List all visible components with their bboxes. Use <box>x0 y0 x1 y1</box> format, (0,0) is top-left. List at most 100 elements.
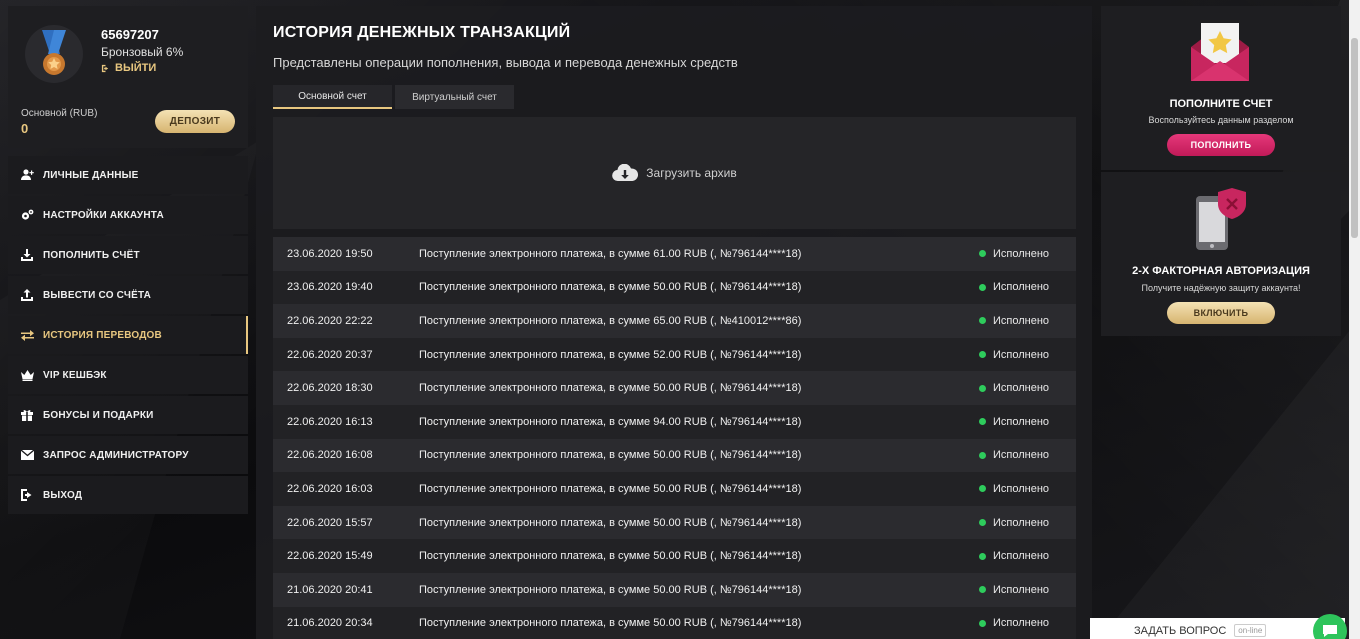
tx-description: Поступление электронного платежа, в сумм… <box>419 516 802 529</box>
tx-description: Поступление электронного платежа, в сумм… <box>419 583 802 596</box>
enable-2fa-button[interactable]: ВКЛЮЧИТЬ <box>1167 302 1275 324</box>
tx-description: Поступление электронного платежа, в сумм… <box>419 247 802 260</box>
table-row: 23.06.2020 19:50 Поступление электронного… <box>273 237 1076 271</box>
balance-value: 0 <box>21 121 29 136</box>
status-text: Исполнено <box>993 382 1050 395</box>
download-archive-label: Загрузить архив <box>646 166 737 180</box>
status-badge: Исполнено <box>979 584 1076 596</box>
status-badge: Исполнено <box>979 315 1076 327</box>
exchange-icon <box>20 328 34 342</box>
tx-description: Поступление электронного платежа, в сумм… <box>419 314 802 327</box>
sign-out-icon <box>20 488 34 502</box>
table-row: 22.06.2020 18:30 Поступление электронного… <box>273 371 1076 405</box>
table-row: 22.06.2020 22:22 Поступление электронного… <box>273 304 1076 338</box>
sidebar-item-deposit[interactable]: ПОПОЛНИТЬ СЧЁТ <box>8 236 248 274</box>
status-badge: Исполнено <box>979 483 1076 495</box>
tx-date: 22.06.2020 15:57 <box>287 516 373 529</box>
main-panel: ИСТОРИЯ ДЕНЕЖНЫХ ТРАНЗАКЦИЙ Представлены… <box>256 6 1092 639</box>
sidebar-item-transfer-history[interactable]: ИСТОРИЯ ПЕРЕВОДОВ <box>8 316 248 354</box>
tx-date: 23.06.2020 19:40 <box>287 281 373 294</box>
sidebar-item-label: ЗАПРОС АДМИНИСТРАТОРУ <box>43 449 189 461</box>
tx-date: 21.06.2020 20:34 <box>287 617 373 630</box>
sidebar-item-withdraw[interactable]: ВЫВЕСТИ СО СЧЁТА <box>8 276 248 314</box>
status-text: Исполнено <box>993 617 1050 630</box>
status-dot-icon <box>979 317 986 325</box>
logout-label: ВЫЙТИ <box>115 62 157 74</box>
status-badge: Исполнено <box>979 349 1076 361</box>
sidebar-item-account-settings[interactable]: НАСТРОЙКИ АККАУНТА <box>8 196 248 234</box>
status-text: Исполнено <box>993 550 1050 563</box>
status-badge: Исполнено <box>979 382 1076 394</box>
table-row: 22.06.2020 15:49 Поступление электронного… <box>273 539 1076 573</box>
envelope-icon <box>20 448 34 462</box>
tx-description: Поступление электронного платежа, в сумм… <box>419 415 802 428</box>
sign-out-icon <box>101 64 109 72</box>
tx-date: 22.06.2020 15:49 <box>287 550 373 563</box>
status-badge: Исполнено <box>979 449 1076 461</box>
sidebar-item-bonuses[interactable]: БОНУСЫ И ПОДАРКИ <box>8 396 248 434</box>
sidebar-item-personal-data[interactable]: ЛИЧНЫЕ ДАННЫЕ <box>8 156 248 194</box>
sidebar-item-label: НАСТРОЙКИ АККАУНТА <box>43 209 164 221</box>
promo-deposit-card: ПОПОЛНИТЕ СЧЕТ Воспользуйтесь данным раз… <box>1101 6 1341 170</box>
user-plus-icon <box>20 168 34 182</box>
logout-link[interactable]: ВЫЙТИ <box>101 62 156 74</box>
download-archive-button[interactable]: Загрузить архив <box>273 117 1076 229</box>
table-row: 21.06.2020 20:34 Поступление электронного… <box>273 606 1076 639</box>
tx-description: Поступление электронного платежа, в сумм… <box>419 550 802 563</box>
status-text: Исполнено <box>993 449 1050 462</box>
status-text: Исполнено <box>993 247 1050 260</box>
tx-description: Поступление электронного платежа, в сумм… <box>419 482 802 495</box>
status-dot-icon <box>979 418 986 426</box>
promo-title: 2-Х ФАКТОРНАЯ АВТОРИЗАЦИЯ <box>1132 265 1310 277</box>
sidebar-item-exit[interactable]: ВЫХОД <box>8 476 248 514</box>
status-dot-icon <box>979 384 986 392</box>
phone-shield-icon <box>1196 188 1246 250</box>
user-level: Бронзовый 6% <box>101 45 184 59</box>
sidebar-item-vip-cashback[interactable]: VIP КЕШБЭК <box>8 356 248 394</box>
status-dot-icon <box>979 283 986 291</box>
page-scrollbar[interactable] <box>1349 0 1360 639</box>
table-row: 22.06.2020 16:03 Поступление электронного… <box>273 472 1076 506</box>
download-icon <box>20 248 34 262</box>
sidebar-item-label: ПОПОЛНИТЬ СЧЁТ <box>43 249 140 261</box>
tx-description: Поступление электронного платежа, в сумм… <box>419 617 802 630</box>
deposit-button[interactable]: ДЕПОЗИТ <box>155 110 235 133</box>
table-row: 21.06.2020 20:41 Поступление электронного… <box>273 572 1076 607</box>
table-row: 22.06.2020 20:37 Поступление электронного… <box>273 337 1076 372</box>
online-badge: on-line <box>1234 624 1267 637</box>
chat-widget[interactable]: ЗАДАТЬ ВОПРОС on-line <box>1090 614 1347 639</box>
balance-label: Основной (RUB) <box>21 108 98 119</box>
status-dot-icon <box>979 351 986 359</box>
status-badge: Исполнено <box>979 416 1076 428</box>
status-dot-icon <box>979 519 986 527</box>
status-dot-icon <box>979 586 986 594</box>
promo-text: Воспользуйтесь данным разделом <box>1148 115 1294 125</box>
envelope-star-icon <box>1191 23 1249 81</box>
crown-icon <box>20 368 34 382</box>
chat-label: ЗАДАТЬ ВОПРОС <box>1134 624 1227 637</box>
table-row: 22.06.2020 16:13 Поступление электронного… <box>273 404 1076 439</box>
chat-bubble-icon <box>1313 614 1347 639</box>
tx-description: Поступление электронного платежа, в сумм… <box>419 348 802 361</box>
tx-date: 22.06.2020 16:08 <box>287 449 373 462</box>
tab-main-account[interactable]: Основной счет <box>273 85 392 109</box>
sidebar-item-label: VIP КЕШБЭК <box>43 369 107 381</box>
replenish-button[interactable]: ПОПОЛНИТЬ <box>1167 134 1275 156</box>
tx-date: 21.06.2020 20:41 <box>287 583 373 596</box>
tab-virtual-account[interactable]: Виртуальный счет <box>395 85 514 109</box>
tx-date: 22.06.2020 16:03 <box>287 482 373 495</box>
scrollbar-thumb[interactable] <box>1351 38 1358 238</box>
status-text: Исполнено <box>993 281 1050 294</box>
sidebar-item-admin-request[interactable]: ЗАПРОС АДМИНИСТРАТОРУ <box>8 436 248 474</box>
gift-icon <box>20 408 34 422</box>
status-text: Исполнено <box>993 482 1050 495</box>
status-text: Исполнено <box>993 415 1050 428</box>
status-badge: Исполнено <box>979 617 1076 629</box>
status-badge: Исполнено <box>979 281 1076 293</box>
status-text: Исполнено <box>993 583 1050 596</box>
status-text: Исполнено <box>993 314 1050 327</box>
tx-date: 22.06.2020 22:22 <box>287 314 373 327</box>
status-dot-icon <box>979 451 986 459</box>
upload-icon <box>20 288 34 302</box>
user-id: 65697207 <box>101 27 159 42</box>
